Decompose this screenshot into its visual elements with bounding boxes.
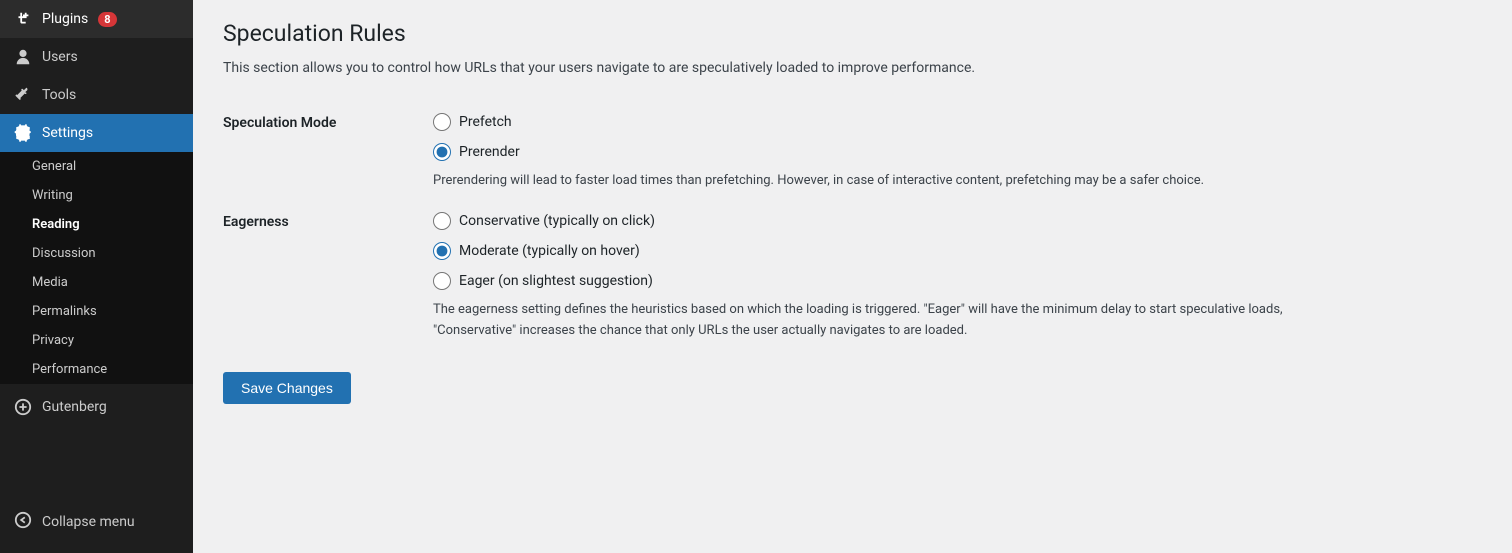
- prefetch-radio[interactable]: [433, 113, 451, 131]
- sidebar-item-users[interactable]: Users: [0, 38, 193, 76]
- speculation-mode-options: Prefetch Prerender: [433, 113, 1482, 161]
- sidebar-item-users-label: Users: [42, 49, 78, 65]
- settings-sub-menu: General Writing Reading Discussion Media…: [0, 152, 193, 384]
- settings-icon: [14, 124, 32, 142]
- moderate-option[interactable]: Moderate (typically on hover): [433, 242, 1482, 260]
- collapse-menu-label: Collapse menu: [42, 514, 135, 530]
- sidebar-item-plugins[interactable]: Plugins 8: [0, 0, 193, 38]
- sidebar-item-tools[interactable]: Tools: [0, 76, 193, 114]
- eagerness-field: Conservative (typically on click) Modera…: [433, 202, 1482, 352]
- sidebar-sub-general[interactable]: General: [0, 152, 193, 181]
- page-description: This section allows you to control how U…: [223, 57, 1482, 79]
- sidebar-item-tools-label: Tools: [42, 87, 76, 103]
- speculation-mode-row: Speculation Mode Prefetch Prerender Prer: [223, 103, 1482, 202]
- prefetch-option[interactable]: Prefetch: [433, 113, 1482, 131]
- settings-table: Speculation Mode Prefetch Prerender Prer: [223, 103, 1482, 351]
- moderate-label: Moderate (typically on hover): [459, 243, 640, 259]
- tools-icon: [14, 86, 32, 104]
- save-changes-button[interactable]: Save Changes: [223, 372, 351, 404]
- main-content: Speculation Rules This section allows yo…: [193, 0, 1512, 553]
- eager-radio[interactable]: [433, 272, 451, 290]
- eagerness-row: Eagerness Conservative (typically on cli…: [223, 202, 1482, 352]
- sidebar-item-gutenberg[interactable]: Gutenberg: [0, 388, 193, 426]
- speculation-mode-field: Prefetch Prerender Prerendering will lea…: [433, 103, 1482, 202]
- gutenberg-icon: [14, 398, 32, 416]
- eager-label: Eager (on slightest suggestion): [459, 273, 653, 289]
- eagerness-options: Conservative (typically on click) Modera…: [433, 212, 1482, 290]
- sidebar-sub-discussion[interactable]: Discussion: [0, 239, 193, 268]
- prerender-radio[interactable]: [433, 143, 451, 161]
- sidebar-item-settings[interactable]: Settings: [0, 114, 193, 152]
- eagerness-label: Eagerness: [223, 214, 289, 230]
- sidebar-sub-writing[interactable]: Writing: [0, 181, 193, 210]
- sidebar-item-gutenberg-label: Gutenberg: [42, 399, 107, 415]
- conservative-option[interactable]: Conservative (typically on click): [433, 212, 1482, 230]
- sidebar-item-plugins-label: Plugins: [42, 11, 88, 27]
- sidebar-sub-permalinks[interactable]: Permalinks: [0, 297, 193, 326]
- sidebar: Plugins 8 Users Tools Settings Gener: [0, 0, 193, 553]
- prerender-option[interactable]: Prerender: [433, 143, 1482, 161]
- sidebar-sub-media[interactable]: Media: [0, 268, 193, 297]
- plugins-badge: 8: [98, 12, 116, 27]
- plugin-icon: [14, 10, 32, 28]
- conservative-label: Conservative (typically on click): [459, 213, 655, 229]
- prerender-label: Prerender: [459, 144, 520, 160]
- eager-option[interactable]: Eager (on slightest suggestion): [433, 272, 1482, 290]
- moderate-radio[interactable]: [433, 242, 451, 260]
- collapse-menu-button[interactable]: Collapse menu: [0, 501, 193, 553]
- speculation-mode-desc: Prerendering will lead to faster load ti…: [433, 171, 1283, 192]
- collapse-icon: [14, 511, 32, 533]
- prefetch-label: Prefetch: [459, 114, 512, 130]
- eagerness-desc: The eagerness setting defines the heuris…: [433, 300, 1283, 342]
- sidebar-sub-privacy[interactable]: Privacy: [0, 326, 193, 355]
- sidebar-item-settings-label: Settings: [42, 125, 93, 141]
- sidebar-sub-reading[interactable]: Reading: [0, 210, 193, 239]
- speculation-mode-label: Speculation Mode: [223, 115, 336, 131]
- page-title: Speculation Rules: [223, 20, 1482, 47]
- sidebar-sub-performance[interactable]: Performance: [0, 355, 193, 384]
- conservative-radio[interactable]: [433, 212, 451, 230]
- users-icon: [14, 48, 32, 66]
